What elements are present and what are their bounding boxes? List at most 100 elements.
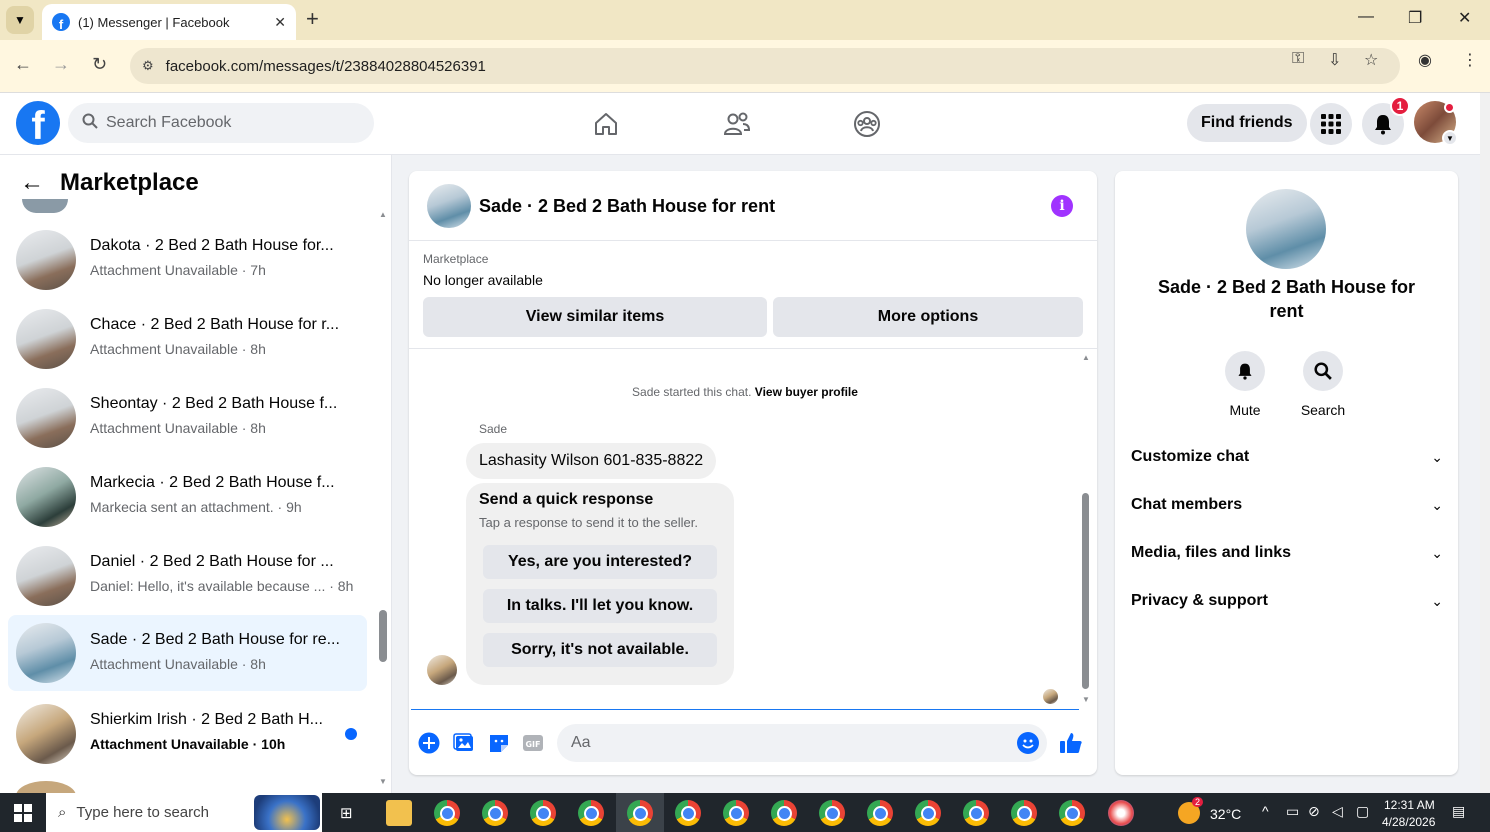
media-files-links-section[interactable]: Media, files and links ⌄ (1131, 529, 1443, 577)
details-listing-avatar[interactable] (1246, 189, 1326, 269)
view-buyer-profile-link[interactable]: View buyer profile (755, 385, 858, 399)
close-tab-icon[interactable]: ✕ (274, 14, 286, 31)
sender-avatar[interactable] (427, 655, 457, 685)
chat-scroll-down-icon[interactable]: ▼ (1082, 695, 1090, 704)
message-bubble[interactable]: Lashasity Wilson 601-835-8822 (466, 443, 717, 479)
chrome-icon[interactable] (915, 800, 941, 826)
message-composer[interactable] (557, 724, 1047, 762)
sticker-icon[interactable] (487, 731, 511, 755)
photo-icon[interactable] (452, 731, 476, 755)
tray-chevron-icon[interactable]: ^ (1262, 803, 1269, 819)
conversation-item-unread[interactable]: Shierkim Irish · 2 Bed 2 Bath H... Attac… (8, 690, 367, 766)
chrome-icon[interactable] (963, 800, 989, 826)
chat-scroll-up-icon[interactable]: ▲ (1082, 353, 1090, 362)
chrome-icon[interactable] (530, 800, 556, 826)
svg-text:GIF: GIF (525, 740, 540, 749)
weather-temperature[interactable]: 32°C (1210, 806, 1241, 822)
conversation-item[interactable]: Markecia · 2 Bed 2 Bath House f... Marke… (8, 453, 367, 529)
chrome-icon[interactable] (1059, 800, 1085, 826)
facebook-top-nav: f Find friends (0, 93, 1480, 155)
chrome-icon[interactable] (771, 800, 797, 826)
back-arrow-icon[interactable]: ← (20, 169, 44, 197)
scroll-up-arrow-icon[interactable]: ▲ (379, 210, 387, 219)
chat-scrollbar[interactable] (1082, 493, 1089, 689)
minimize-icon[interactable]: — (1358, 8, 1374, 26)
friends-icon[interactable] (722, 109, 752, 139)
app-icon[interactable] (1108, 800, 1134, 826)
close-window-icon[interactable]: ✕ (1458, 8, 1471, 28)
quick-response-button[interactable]: In talks. I'll let you know. (483, 589, 717, 623)
chrome-icon[interactable] (627, 800, 653, 826)
info-icon[interactable]: i (1051, 195, 1073, 217)
quick-response-button[interactable]: Sorry, it's not available. (483, 633, 717, 667)
windows-start-icon[interactable] (14, 804, 32, 822)
chrome-icon[interactable] (867, 800, 893, 826)
chat-listing-avatar[interactable] (427, 184, 471, 228)
facebook-search-input[interactable] (106, 114, 346, 132)
browser-menu-icon[interactable]: ⋮ (1462, 50, 1478, 70)
quick-response-button[interactable]: Yes, are you interested? (483, 545, 717, 579)
profile-icon[interactable]: ◉ (1418, 50, 1432, 70)
install-app-icon[interactable]: ⇩ (1328, 50, 1341, 70)
chrome-icon[interactable] (578, 800, 604, 826)
display-icon[interactable]: ▢ (1356, 803, 1369, 820)
omnibox[interactable]: ⚙ facebook.com/messages/t/23884028804526… (130, 48, 1400, 84)
chrome-icon[interactable] (482, 800, 508, 826)
mute-button[interactable]: Mute (1215, 351, 1275, 418)
thumbs-up-icon[interactable] (1059, 731, 1083, 755)
location-off-icon[interactable]: ⊘ (1308, 803, 1320, 820)
customize-chat-section[interactable]: Customize chat ⌄ (1131, 433, 1443, 481)
conversation-item[interactable]: Dakota · 2 Bed 2 Bath House for... Attac… (8, 216, 367, 292)
scroll-down-arrow-icon[interactable]: ▼ (379, 777, 387, 786)
forward-icon[interactable]: → (52, 54, 70, 75)
new-tab-button[interactable]: + (306, 6, 319, 32)
clock-date[interactable]: 4/28/2026 (1382, 815, 1435, 829)
chrome-icon[interactable] (1011, 800, 1037, 826)
chat-title[interactable]: Sade · 2 Bed 2 Bath House for rent (479, 196, 775, 217)
chrome-icon[interactable] (819, 800, 845, 826)
bookmark-star-icon[interactable]: ☆ (1364, 50, 1378, 70)
plus-circle-icon[interactable] (417, 731, 441, 755)
marketplace-conversation-list: ← Marketplace Dakota · 2 Bed 2 Bath Hous… (0, 155, 392, 793)
gif-icon[interactable]: GIF (521, 731, 545, 755)
chrome-icon[interactable] (675, 800, 701, 826)
conversation-item-active[interactable]: Sade · 2 Bed 2 Bath House for re... Atta… (8, 615, 367, 691)
facebook-search[interactable] (68, 103, 374, 143)
volume-icon[interactable]: ◁ (1332, 803, 1343, 820)
page-scrollbar[interactable] (1480, 93, 1490, 793)
network-icon[interactable]: ▭ (1286, 803, 1299, 820)
view-similar-items-button[interactable]: View similar items (423, 297, 767, 337)
notification-center-icon[interactable]: ▤ (1452, 803, 1465, 820)
emoji-icon[interactable] (1017, 732, 1039, 754)
more-options-button[interactable]: More options (773, 297, 1083, 337)
privacy-support-section[interactable]: Privacy & support ⌄ (1131, 577, 1443, 625)
clock-time[interactable]: 12:31 AM (1384, 798, 1435, 812)
tab-search-button[interactable]: ▼ (6, 6, 34, 34)
taskbar-search-input[interactable] (76, 804, 277, 821)
restore-icon[interactable]: ❐ (1408, 8, 1422, 28)
chat-members-section[interactable]: Chat members ⌄ (1131, 481, 1443, 529)
home-icon[interactable] (591, 109, 621, 139)
conversation-list-scrollbar[interactable] (379, 610, 387, 662)
find-friends-button[interactable]: Find friends (1187, 104, 1307, 142)
conversation-item[interactable]: Daniel · 2 Bed 2 Bath House for ... Dani… (8, 532, 367, 608)
browser-tab[interactable]: f (1) Messenger | Facebook ✕ (42, 4, 296, 40)
facebook-logo-icon[interactable]: f (16, 101, 60, 145)
chrome-icon[interactable] (434, 800, 460, 826)
site-info-icon[interactable]: ⚙ (142, 58, 154, 74)
file-explorer-icon[interactable] (386, 800, 412, 826)
chat-started-text: Sade started this chat. (632, 385, 752, 399)
chrome-icon[interactable] (723, 800, 749, 826)
weather-badge: 2 (1192, 797, 1204, 807)
password-key-icon[interactable]: ⚿ (1292, 50, 1304, 68)
conversation-item[interactable]: Sheontay · 2 Bed 2 Bath House f... Attac… (8, 374, 367, 450)
reload-icon[interactable]: ↻ (92, 54, 107, 75)
search-in-chat-button[interactable]: Search (1293, 351, 1353, 418)
back-icon[interactable]: ← (14, 54, 32, 75)
message-input[interactable] (571, 734, 1001, 752)
menu-grid-button[interactable] (1310, 103, 1352, 145)
account-chevron-icon[interactable]: ▼ (1442, 130, 1458, 146)
task-view-icon[interactable]: ⊞ (340, 804, 353, 822)
groups-icon[interactable] (852, 109, 882, 139)
conversation-item[interactable]: Chace · 2 Bed 2 Bath House for r... Atta… (8, 295, 367, 371)
